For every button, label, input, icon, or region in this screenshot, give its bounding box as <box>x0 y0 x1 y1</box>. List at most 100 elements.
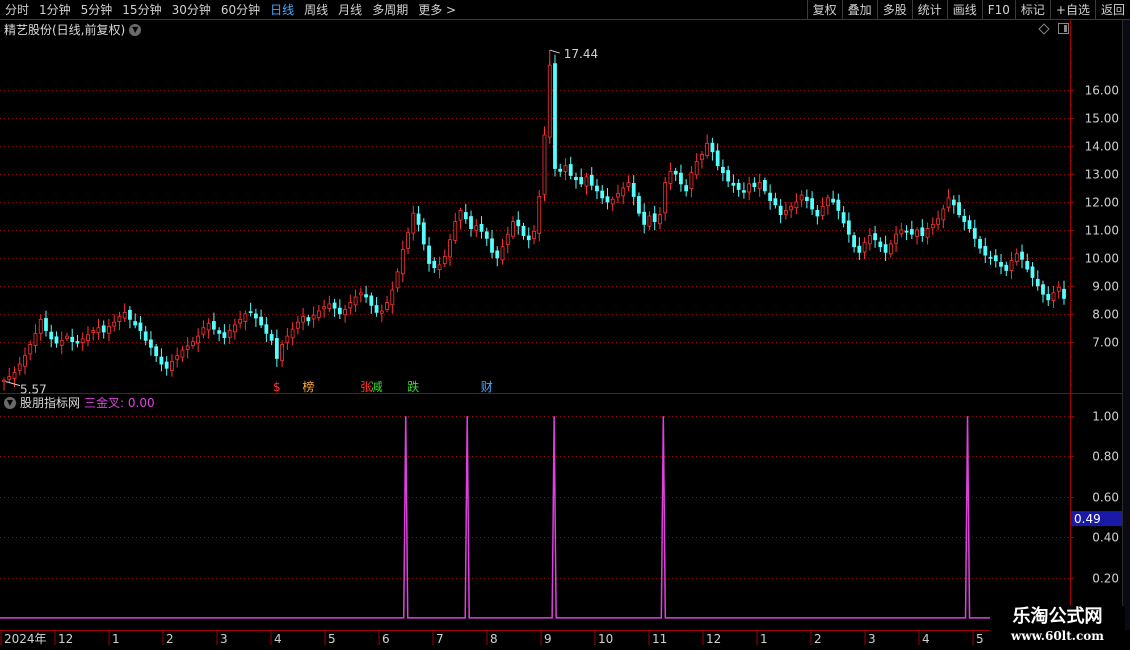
candle <box>133 313 138 329</box>
candle-body <box>91 330 96 334</box>
x-tick-label: 12 <box>706 632 721 646</box>
candle-body <box>899 229 904 235</box>
candle-body <box>616 193 620 198</box>
indicator-series <box>0 416 1070 619</box>
candle <box>731 174 736 193</box>
candle-body <box>311 314 316 320</box>
candle <box>715 143 720 171</box>
candle <box>33 324 38 353</box>
candle <box>59 331 64 355</box>
candle <box>673 167 678 182</box>
candle <box>38 314 43 341</box>
candle <box>726 165 731 188</box>
candle <box>642 203 647 234</box>
candle-body <box>904 230 909 233</box>
candle <box>1062 280 1066 305</box>
candle <box>175 347 180 368</box>
candle-body <box>941 208 946 221</box>
candle <box>888 239 893 258</box>
candle <box>610 196 615 212</box>
price-tick-label: 13.00 <box>1085 168 1119 182</box>
indicator-tick-label: 0.60 <box>1092 491 1119 505</box>
candle-body <box>2 379 6 383</box>
candle-body <box>553 63 557 169</box>
candle <box>112 314 117 332</box>
candle-body <box>185 345 190 350</box>
candle-body <box>17 363 22 371</box>
candle <box>532 224 536 245</box>
x-axis: 2024年 12 1 2 3 4 5 6 7 8 9 10 11 12 1 2 3 4 5 <box>0 631 984 646</box>
x-tick-label: 10 <box>598 632 613 646</box>
candle <box>411 205 416 241</box>
indicator-line-三金叉 <box>0 416 1070 619</box>
candle-body <box>810 198 815 210</box>
candle-body <box>133 321 138 326</box>
price-tick-label: 14.00 <box>1085 140 1119 154</box>
candle-body <box>175 355 180 360</box>
candle-body <box>778 205 783 216</box>
x-tick-label: 6 <box>382 632 390 646</box>
candle-body <box>831 198 836 203</box>
candle-body <box>427 245 431 264</box>
candle <box>484 227 489 246</box>
indicator-title[interactable]: ▼ 股朋指标网 三金叉: 0.00 <box>4 395 155 411</box>
candle-body <box>86 334 90 341</box>
candle-body <box>946 197 951 208</box>
candle-body <box>500 246 505 261</box>
candle <box>820 197 825 220</box>
candle-body <box>883 244 888 253</box>
candle-body <box>757 182 762 189</box>
candle-body <box>1062 288 1066 299</box>
candle <box>164 356 169 376</box>
candle <box>232 318 237 340</box>
axis-layer: 7.00 8.00 9.00 10.00 11.00 12.00 13.00 14.00 15.… <box>0 20 1122 631</box>
candle-body <box>495 250 500 259</box>
candle <box>742 182 746 199</box>
candle-body <box>558 168 563 172</box>
candle <box>936 210 940 231</box>
candle <box>773 192 778 209</box>
candle-body <box>322 306 326 310</box>
candle <box>993 249 998 268</box>
candle <box>857 237 862 261</box>
watermark: 乐淘公式网 www.60lt.com <box>990 606 1125 650</box>
event-marker: $ <box>273 380 281 394</box>
candle <box>721 159 725 182</box>
candle-body <box>448 239 452 258</box>
candle <box>379 304 384 323</box>
candle-body <box>621 187 626 197</box>
candle <box>285 327 290 350</box>
candle <box>295 316 300 335</box>
candle-body <box>490 238 494 253</box>
candle <box>679 164 683 192</box>
candle <box>369 292 374 314</box>
candle-body <box>658 214 662 225</box>
candle-body <box>1025 261 1030 270</box>
candle <box>799 190 804 208</box>
candle <box>558 163 563 177</box>
candle-body <box>526 235 531 241</box>
x-tick-label: 4 <box>922 632 930 646</box>
candle <box>243 310 248 331</box>
current-value-label: 0.49 <box>1074 512 1101 526</box>
candle <box>101 320 106 339</box>
candle-body <box>411 212 416 234</box>
candle <box>663 177 668 221</box>
candle <box>437 256 442 279</box>
candle <box>500 238 505 265</box>
candle-body <box>306 317 311 322</box>
chevron-down-icon[interactable]: ▼ <box>4 397 16 409</box>
candle <box>1046 286 1051 306</box>
candle <box>395 268 400 293</box>
candle <box>264 316 269 343</box>
candle <box>248 302 253 317</box>
candle <box>191 336 195 349</box>
x-tick-label: 7 <box>436 632 444 646</box>
candle <box>1041 280 1045 303</box>
candle <box>107 318 111 342</box>
price-tick-label: 16.00 <box>1085 84 1119 98</box>
candle <box>836 193 841 220</box>
candle-body <box>54 336 59 344</box>
chart-canvas[interactable]: 7.008.009.0010.0011.0012.0013.0014.0015.… <box>0 0 1130 650</box>
candle-body <box>474 225 479 231</box>
